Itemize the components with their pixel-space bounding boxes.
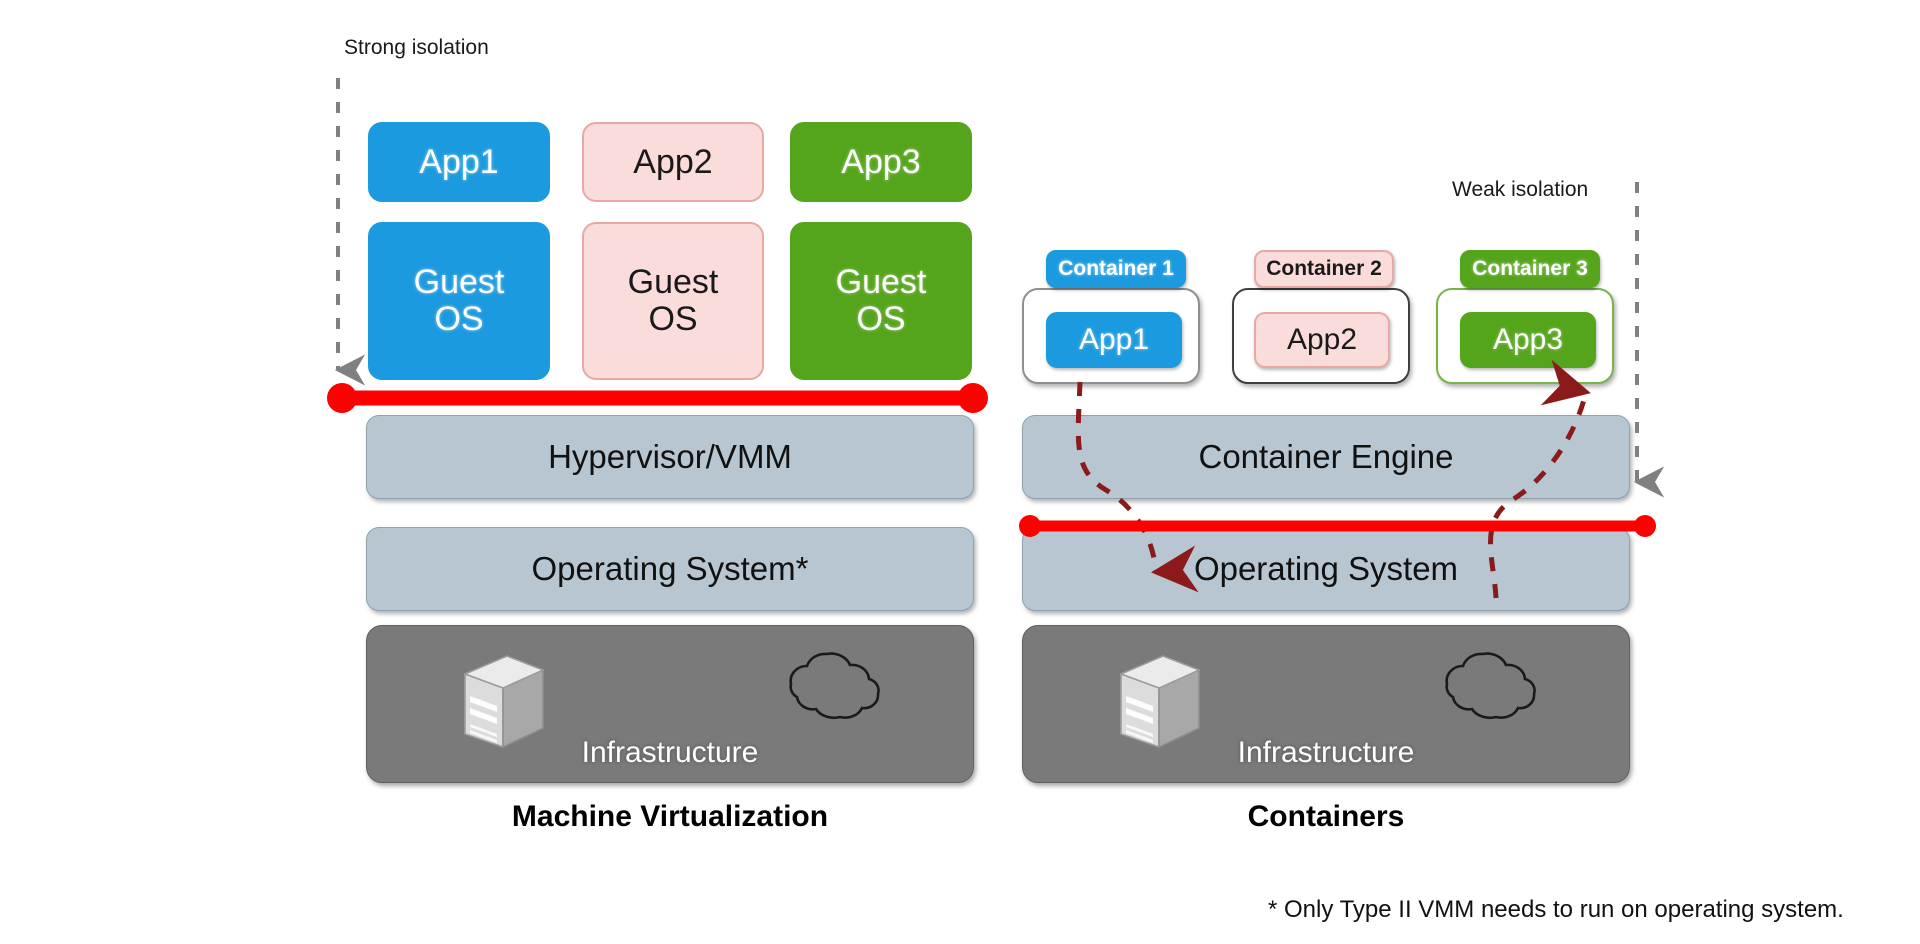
left-stack-caption: Machine Virtualization: [511, 800, 829, 833]
container-tab-2[interactable]: Container 2: [1254, 250, 1394, 288]
container-layer-engine[interactable]: Container Engine: [1022, 415, 1630, 499]
vm-guest-os-box-3[interactable]: Guest OS: [790, 222, 972, 380]
vm-guest-os-box-1[interactable]: Guest OS: [368, 222, 550, 380]
container-app-box-3[interactable]: App3: [1460, 312, 1596, 368]
vm-layer-operating-system[interactable]: Operating System*: [366, 527, 974, 611]
container-infrastructure-label: Infrastructure: [1237, 736, 1415, 769]
vm-app-box-2[interactable]: App2: [582, 122, 764, 202]
vm-infrastructure-label: Infrastructure: [581, 736, 759, 769]
container-tab-3[interactable]: Container 3: [1460, 250, 1600, 288]
vm-infrastructure-box[interactable]: Infrastructure: [366, 625, 974, 783]
container-layer-operating-system[interactable]: Operating System: [1022, 527, 1630, 611]
cloud-icon: [789, 652, 880, 720]
container-tab-1[interactable]: Container 1: [1046, 250, 1186, 288]
strong-isolation-label: Strong isolation: [344, 36, 489, 59]
diagram-canvas: Strong isolation Weak isolation App1 App…: [0, 0, 1920, 944]
container-app-box-2[interactable]: App2: [1254, 312, 1390, 368]
vm-app-box-1[interactable]: App1: [368, 122, 550, 202]
container-app-box-1[interactable]: App1: [1046, 312, 1182, 368]
vm-layer-hypervisor[interactable]: Hypervisor/VMM: [366, 415, 974, 499]
footnote: * Only Type II VMM needs to run on opera…: [1268, 896, 1844, 923]
vm-app-box-3[interactable]: App3: [790, 122, 972, 202]
right-stack-caption: Containers: [1247, 800, 1405, 833]
vm-guest-os-box-2[interactable]: Guest OS: [582, 222, 764, 380]
cloud-icon: [1445, 652, 1536, 720]
container-infrastructure-box[interactable]: Infrastructure: [1022, 625, 1630, 783]
weak-isolation-label: Weak isolation: [1452, 178, 1589, 201]
